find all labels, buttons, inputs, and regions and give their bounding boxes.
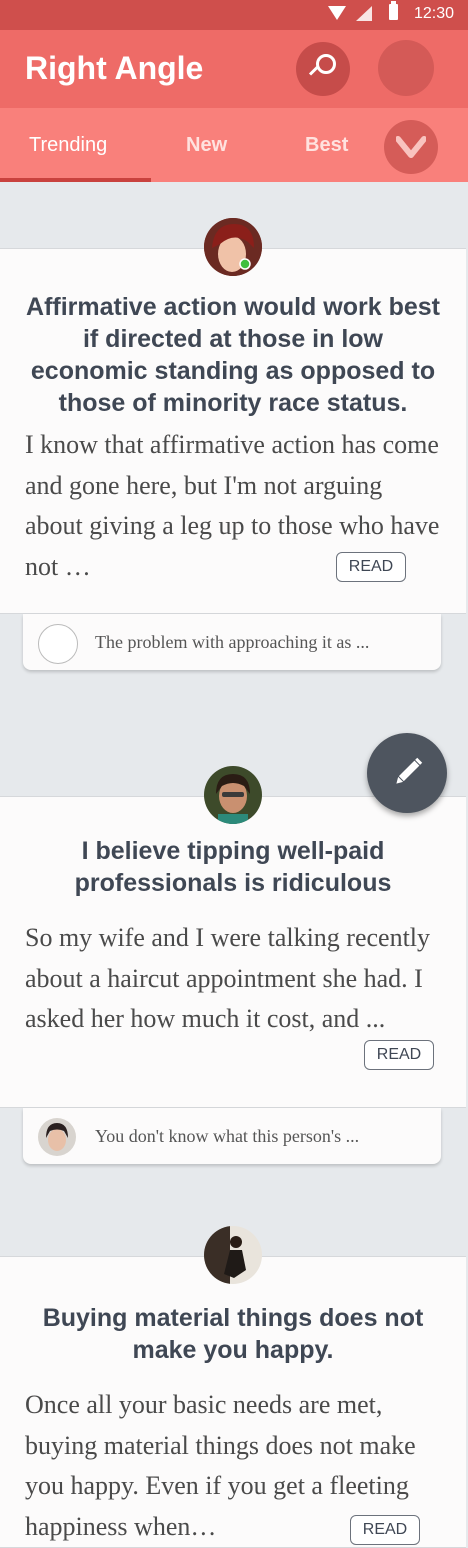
top-comment[interactable]: You don't know what this person's ... [23, 1108, 441, 1164]
post-card[interactable]: I believe tipping well-paid professional… [0, 796, 466, 1108]
tab-new[interactable]: New [186, 134, 227, 157]
author-avatar-image [204, 1226, 262, 1284]
author-avatar[interactable] [204, 218, 262, 276]
post-title[interactable]: Affirmative action would work best if di… [22, 291, 444, 419]
profile-avatar-button[interactable] [378, 40, 434, 96]
more-tabs-button[interactable] [384, 120, 438, 174]
commenter-avatar [38, 624, 78, 664]
app-bar: Right Angle [0, 30, 468, 108]
app-title: Right Angle [25, 50, 204, 86]
tab-bar: Trending New Best [0, 108, 468, 182]
post-excerpt: So my wife and I were talking recently a… [25, 923, 431, 1033]
read-button[interactable]: READ [336, 552, 406, 582]
tab-best[interactable]: Best [305, 134, 348, 157]
search-icon [316, 54, 336, 74]
post-card[interactable]: Affirmative action would work best if di… [0, 248, 466, 614]
read-button[interactable]: READ [364, 1040, 434, 1070]
compose-button[interactable] [367, 733, 447, 813]
commenter-avatar [38, 1118, 76, 1156]
post-title[interactable]: I believe tipping well-paid professional… [22, 835, 444, 899]
status-time: 12:30 [413, 5, 454, 22]
comment-preview: You don't know what this person's ... [95, 1126, 360, 1146]
wifi-icon [328, 6, 346, 20]
post-title[interactable]: Buying material things does not make you… [22, 1302, 444, 1366]
comment-preview: The problem with approaching it as ... [95, 632, 370, 652]
author-avatar-image [204, 766, 262, 824]
battery-icon [389, 1, 398, 20]
author-avatar-image [204, 218, 262, 276]
search-button[interactable] [296, 42, 350, 96]
read-button[interactable]: READ [350, 1515, 420, 1545]
status-bar: 12:30 [0, 0, 468, 30]
author-avatar[interactable] [204, 1226, 262, 1284]
tab-trending[interactable]: Trending [29, 134, 107, 157]
commenter-avatar-image [38, 1118, 76, 1156]
cell-signal-icon [356, 6, 372, 21]
top-comment[interactable]: The problem with approaching it as ... [23, 614, 441, 670]
post-card[interactable]: Buying material things does not make you… [0, 1256, 466, 1548]
author-avatar[interactable] [204, 766, 262, 824]
active-tab-indicator [0, 178, 151, 182]
pencil-icon [396, 757, 423, 784]
chevron-down-icon [395, 136, 427, 158]
